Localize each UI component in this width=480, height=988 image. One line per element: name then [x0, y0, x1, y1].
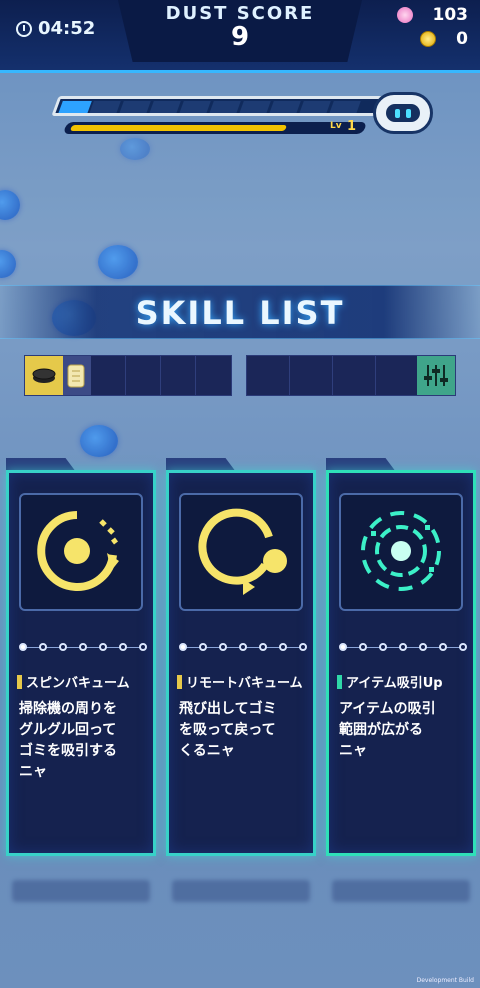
gem-icon [396, 7, 413, 23]
level-indicator [19, 643, 147, 653]
card-reflection [332, 880, 470, 902]
weapon-slot-bar [24, 355, 232, 396]
empty-slot [333, 356, 376, 395]
level-indicator [179, 643, 307, 653]
level-dot [179, 643, 187, 651]
skill-name: アイテム吸引Up [346, 676, 443, 691]
level-dot [259, 643, 267, 651]
skill-marker [177, 674, 182, 689]
skill-description: 掃除機の周りを グルグル回って ゴミを吸引する ニャ [19, 701, 117, 780]
xp-fill [69, 125, 288, 131]
level-value: 1 [347, 119, 357, 134]
empty-slot [91, 356, 126, 395]
level-dot [39, 643, 47, 651]
skill-name: スピンバキューム [26, 676, 130, 691]
vacuum-gauge: Lv 1 [45, 92, 433, 138]
coin-stack-icon [25, 356, 63, 395]
level-dot [439, 643, 447, 651]
dev-build-label: Development Build [416, 977, 474, 984]
skill-list-title: SKILL LIST [135, 294, 345, 332]
level-dot [139, 643, 147, 651]
level-dot [399, 643, 407, 651]
xp-bar [62, 122, 368, 134]
level-dot [359, 643, 367, 651]
empty-slot [290, 356, 333, 395]
level-dot [339, 643, 347, 651]
empty-slot [376, 356, 419, 395]
skill-name: リモートバキューム [186, 676, 303, 691]
skill-list-banner: SKILL LIST [0, 285, 480, 339]
level-dot [379, 643, 387, 651]
remote-vacuum-icon [179, 493, 303, 611]
level-dot [19, 643, 27, 651]
level-indicator [339, 643, 467, 653]
top-hud: 04:52 DUST SCORE 9 103 0 [0, 0, 480, 73]
skill-description: アイテムの吸引 範囲が広がる ニャ [339, 701, 436, 759]
passive-slot-bar [246, 355, 456, 396]
level-dot [299, 643, 307, 651]
level-dot [99, 643, 107, 651]
level-dot [219, 643, 227, 651]
card-reflection [172, 880, 310, 902]
level-dot [419, 643, 427, 651]
coin-icon [420, 31, 437, 47]
empty-slot [161, 356, 196, 395]
skill-marker [17, 674, 22, 689]
coin-counter: 0 [420, 29, 468, 49]
gem-count: 103 [432, 5, 469, 25]
skill-slot-icon [63, 356, 91, 395]
spin-vacuum-icon [19, 493, 143, 611]
item-magnet-icon [339, 493, 463, 611]
score-value: 9 [230, 22, 250, 52]
skill-description: 飛び出してゴミ を吸って戻って くるニャ [179, 701, 277, 759]
capacity-fill [58, 101, 92, 113]
empty-slot [126, 356, 161, 395]
skill-card-remote-vacuum[interactable]: リモートバキューム 飛び出してゴミ を吸って戻って くるニャ [166, 458, 316, 856]
level-dot [459, 643, 467, 651]
skill-card-spin-vacuum[interactable]: スピンバキューム 掃除機の周りを グルグル回って ゴミを吸引する ニャ [6, 458, 156, 856]
level-dot [119, 643, 127, 651]
settings-sliders-icon [417, 356, 455, 395]
gem-counter: 103 [396, 5, 469, 25]
skill-marker [337, 674, 342, 689]
capacity-bar [51, 96, 389, 116]
level-dot [59, 643, 67, 651]
coin-count: 0 [456, 29, 468, 49]
level-dot [199, 643, 207, 651]
empty-slot [196, 356, 231, 395]
card-reflection [12, 880, 150, 902]
level-dot [279, 643, 287, 651]
robot-vacuum-icon [373, 92, 433, 134]
skill-card-item-magnet[interactable]: アイテム吸引Up アイテムの吸引 範囲が広がる ニャ [326, 458, 476, 856]
empty-slot [247, 356, 290, 395]
level-dot [239, 643, 247, 651]
level-label: Lv [330, 121, 342, 131]
level-dot [79, 643, 87, 651]
